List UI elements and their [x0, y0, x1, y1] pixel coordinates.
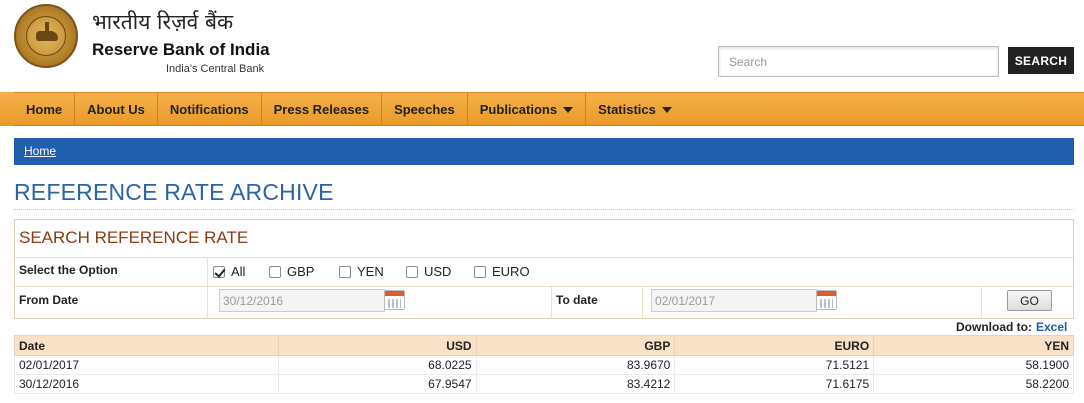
- nav-item-label: Home: [26, 102, 63, 117]
- nav-item-label: Press Releases: [273, 102, 370, 117]
- bank-name-hindi: भारतीय रिज़र्व बैंक: [92, 10, 234, 34]
- option-yen[interactable]: YEN: [339, 264, 384, 279]
- table-header-row: Date USD GBP EURO YEN: [14, 335, 1074, 356]
- nav-item-label: Publications: [479, 102, 558, 117]
- calendar-header: [817, 291, 836, 296]
- nav-bar-left-fill: [0, 92, 14, 126]
- from-date-input[interactable]: [219, 289, 385, 312]
- option-label: All: [231, 264, 246, 279]
- calendar-icon[interactable]: [384, 290, 405, 310]
- site-header: भारतीय रिज़र्व बैंक Reserve Bank of Indi…: [0, 0, 1084, 92]
- cell-usd: 67.9547: [278, 374, 477, 394]
- column-divider: [207, 257, 208, 286]
- option-all[interactable]: All: [213, 264, 245, 279]
- nav-item-label: Statistics: [598, 102, 656, 117]
- to-date-input[interactable]: [651, 289, 817, 312]
- checkbox-checked-icon[interactable]: [213, 265, 225, 278]
- calendar-header: [385, 291, 404, 296]
- cell-yen: 58.2200: [873, 374, 1074, 394]
- chevron-down-icon: [563, 106, 574, 113]
- seal-inner: [26, 16, 66, 56]
- title-divider: [14, 209, 1074, 210]
- column-divider: [981, 286, 982, 318]
- checkbox-icon[interactable]: [339, 265, 351, 278]
- column-header-usd: USD: [277, 335, 477, 356]
- go-button[interactable]: GO: [1007, 290, 1052, 311]
- select-option-label: Select the Option: [19, 263, 118, 277]
- table-row: 30/12/2016 67.9547 83.4212 71.6175 58.22…: [14, 374, 1074, 394]
- chevron-down-icon: [661, 106, 672, 113]
- download-label: Download to:: [956, 320, 1032, 334]
- option-euro[interactable]: EURO: [474, 264, 530, 279]
- page-title: REFERENCE RATE ARCHIVE: [14, 179, 334, 205]
- tiger-icon: [36, 31, 58, 41]
- search-input[interactable]: [718, 46, 999, 77]
- option-label: EURO: [492, 264, 530, 279]
- column-divider: [642, 286, 643, 318]
- option-label: USD: [424, 264, 452, 279]
- date-row-divider: [15, 286, 1073, 287]
- nav-item-notifications[interactable]: Notifications: [158, 93, 262, 126]
- bank-tagline: India's Central Bank: [166, 63, 265, 75]
- option-row-divider: [15, 257, 1073, 258]
- table-row: 02/01/2017 68.0225 83.9670 71.5121 58.19…: [14, 355, 1074, 375]
- checkbox-icon[interactable]: [269, 265, 281, 278]
- cell-date: 02/01/2017: [14, 355, 279, 375]
- cell-euro: 71.6175: [674, 374, 875, 394]
- cell-yen: 58.1900: [873, 355, 1074, 375]
- search-reference-rate-panel: SEARCH REFERENCE RATE Select the Option …: [14, 219, 1074, 319]
- cell-date: 30/12/2016: [14, 374, 279, 394]
- breadcrumb: Home: [14, 138, 1074, 165]
- column-header-yen: YEN: [873, 335, 1074, 356]
- main-nav: Home About Us Notifications Press Releas…: [14, 92, 1084, 126]
- cell-gbp: 83.4212: [476, 374, 676, 394]
- column-header-date: Date: [14, 335, 279, 356]
- cell-euro: 71.5121: [674, 355, 875, 375]
- checkbox-icon[interactable]: [474, 265, 486, 278]
- nav-item-label: Speeches: [394, 102, 455, 117]
- column-header-euro: EURO: [674, 335, 875, 356]
- bank-name: Reserve Bank of India: [92, 40, 270, 59]
- nav-item-about-us[interactable]: About Us: [75, 93, 158, 126]
- nav-item-publications[interactable]: Publications: [468, 93, 587, 126]
- to-date-label: To date: [556, 293, 598, 307]
- nav-item-label: Notifications: [169, 102, 249, 117]
- calendar-grid: [820, 299, 833, 308]
- column-divider: [207, 286, 208, 318]
- calendar-icon[interactable]: [816, 290, 837, 310]
- option-usd[interactable]: USD: [406, 264, 451, 279]
- checkbox-icon[interactable]: [406, 265, 418, 278]
- nav-item-home[interactable]: Home: [14, 93, 76, 126]
- nav-item-label: About Us: [87, 102, 145, 117]
- calendar-grid: [388, 299, 401, 308]
- nav-item-statistics[interactable]: Statistics: [586, 93, 684, 126]
- option-gbp[interactable]: GBP: [269, 264, 314, 279]
- option-label: YEN: [357, 264, 384, 279]
- nav-item-press-releases[interactable]: Press Releases: [262, 93, 383, 126]
- rbi-seal-logo[interactable]: [14, 4, 78, 68]
- option-label: GBP: [287, 264, 315, 279]
- excel-download-link[interactable]: Excel: [1036, 320, 1067, 334]
- column-divider: [551, 286, 552, 318]
- search-button[interactable]: SEARCH: [1008, 47, 1074, 74]
- panel-title: SEARCH REFERENCE RATE: [19, 228, 249, 247]
- breadcrumb-home-link[interactable]: Home: [24, 144, 56, 158]
- nav-item-speeches[interactable]: Speeches: [382, 93, 468, 126]
- download-to: Download to: Excel: [956, 320, 1067, 334]
- reference-rate-table: Date USD GBP EURO YEN 02/01/2017 68.0225…: [14, 335, 1074, 394]
- cell-gbp: 83.9670: [476, 355, 676, 375]
- column-header-gbp: GBP: [475, 335, 676, 356]
- from-date-label: From Date: [19, 293, 79, 307]
- cell-usd: 68.0225: [278, 355, 477, 375]
